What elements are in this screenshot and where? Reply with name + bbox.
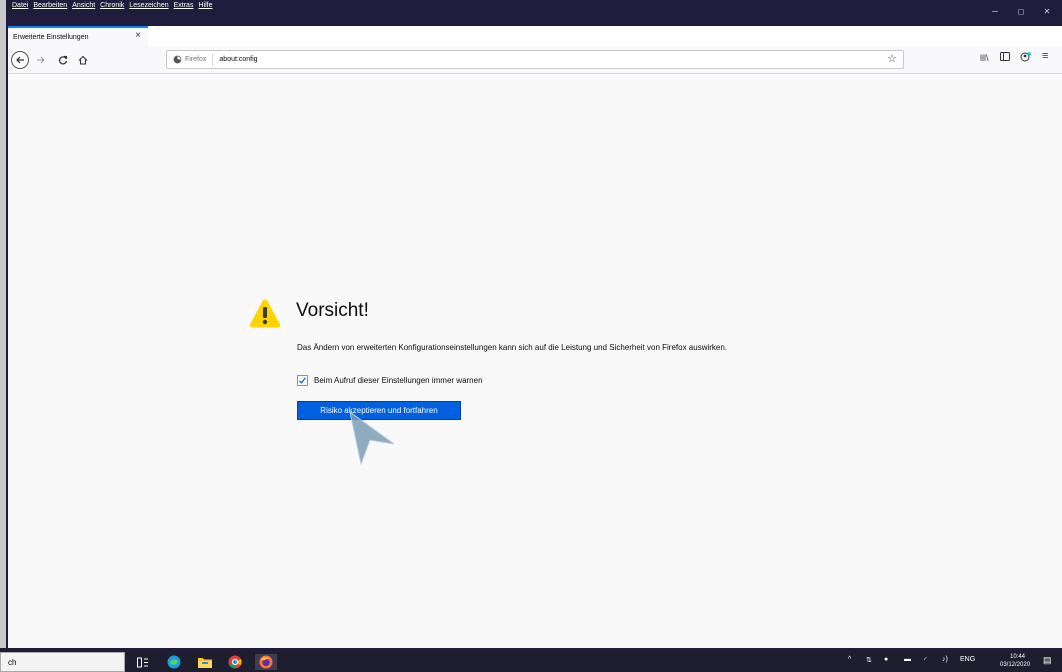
- back-button[interactable]: [11, 51, 29, 69]
- back-arrow-icon: [16, 56, 24, 64]
- chrome-icon[interactable]: [227, 654, 243, 670]
- reload-button[interactable]: [54, 51, 72, 69]
- menu-item-extras[interactable]: Extras: [174, 2, 194, 9]
- hamburger-menu-icon[interactable]: ≡: [1042, 50, 1048, 62]
- screen: Datei Bearbeiten Ansicht Chronik Lesezei…: [0, 0, 1062, 672]
- checkmark-icon: [299, 377, 306, 384]
- security-tray-icon[interactable]: ●: [884, 656, 888, 663]
- always-warn-label: Beim Aufruf dieser Einstellungen immer w…: [314, 376, 483, 385]
- clock-date[interactable]: 03/12/2020: [1000, 662, 1030, 668]
- new-tab-button[interactable]: +: [152, 27, 168, 43]
- volume-tray-icon[interactable]: ♪): [942, 656, 948, 663]
- tab-erweiterte-einstellungen[interactable]: Erweiterte Einstellungen ×: [8, 26, 148, 46]
- warning-description: Das Ändern von erweiterten Konfiguration…: [297, 343, 728, 352]
- always-warn-checkbox[interactable]: [297, 375, 308, 386]
- library-icon[interactable]: lll\: [980, 53, 989, 63]
- menu-item-bearbeiten[interactable]: Bearbeiten: [33, 2, 67, 9]
- task-view-icon[interactable]: [135, 654, 151, 670]
- identity-box[interactable]: Firefox: [167, 53, 214, 66]
- menu-item-hilfe[interactable]: Hilfe: [198, 2, 212, 9]
- bookmark-star-icon[interactable]: ☆: [887, 52, 897, 65]
- taskbar-search-input[interactable]: ch: [0, 652, 125, 672]
- edge-browser-icon[interactable]: [166, 654, 182, 670]
- home-icon: [78, 55, 88, 65]
- firefox-taskbar-icon[interactable]: [255, 654, 277, 670]
- url-text: about:config: [219, 56, 258, 63]
- page-content: [8, 75, 1062, 648]
- firefox-logo-icon: [173, 55, 182, 64]
- maximize-button[interactable]: ◻: [1008, 4, 1034, 18]
- minimize-button[interactable]: –: [982, 4, 1008, 18]
- forward-button[interactable]: [32, 51, 50, 69]
- battery-tray-icon[interactable]: ▬: [904, 656, 911, 663]
- menu-item-lesezeichen[interactable]: Lesezeichen: [129, 2, 168, 9]
- forward-arrow-icon: [37, 56, 45, 64]
- notifications-icon[interactable]: ▤: [1043, 655, 1052, 666]
- mouse-pointer-icon: [349, 410, 395, 466]
- sidebar-icon[interactable]: [1000, 52, 1010, 64]
- file-explorer-icon[interactable]: [197, 654, 213, 670]
- reload-icon: [58, 55, 68, 65]
- account-icon[interactable]: [1020, 52, 1031, 65]
- network-tray-icon[interactable]: ⇅: [866, 656, 872, 664]
- menu-bar: Datei Bearbeiten Ansicht Chronik Lesezei…: [12, 2, 212, 9]
- always-warn-checkbox-row[interactable]: Beim Aufruf dieser Einstellungen immer w…: [297, 375, 483, 386]
- warning-icon: [249, 299, 281, 328]
- tab-title: Erweiterte Einstellungen: [13, 33, 89, 41]
- menu-item-datei[interactable]: Datei: [12, 2, 28, 9]
- identity-label: Firefox: [185, 56, 207, 63]
- warning-title: Vorsicht!: [296, 300, 369, 321]
- language-indicator[interactable]: ENG: [960, 656, 975, 663]
- tab-close-icon[interactable]: ×: [135, 30, 141, 41]
- clock-time[interactable]: 10:44: [1010, 654, 1025, 660]
- close-button[interactable]: ✕: [1034, 4, 1060, 18]
- wifi-tray-icon[interactable]: ◜: [924, 656, 927, 664]
- show-hidden-icons-chevron-icon[interactable]: ^: [848, 656, 851, 663]
- title-bar: Datei Bearbeiten Ansicht Chronik Lesezei…: [8, 0, 1062, 26]
- menu-item-chronik[interactable]: Chronik: [100, 2, 124, 9]
- taskbar-top-border: [0, 648, 1062, 652]
- menu-item-ansicht[interactable]: Ansicht: [72, 2, 95, 9]
- url-bar[interactable]: Firefox about:config ☆: [166, 50, 904, 69]
- home-button[interactable]: [74, 51, 92, 69]
- navigation-bar: Firefox about:config ☆ lll\ ≡: [8, 46, 1062, 74]
